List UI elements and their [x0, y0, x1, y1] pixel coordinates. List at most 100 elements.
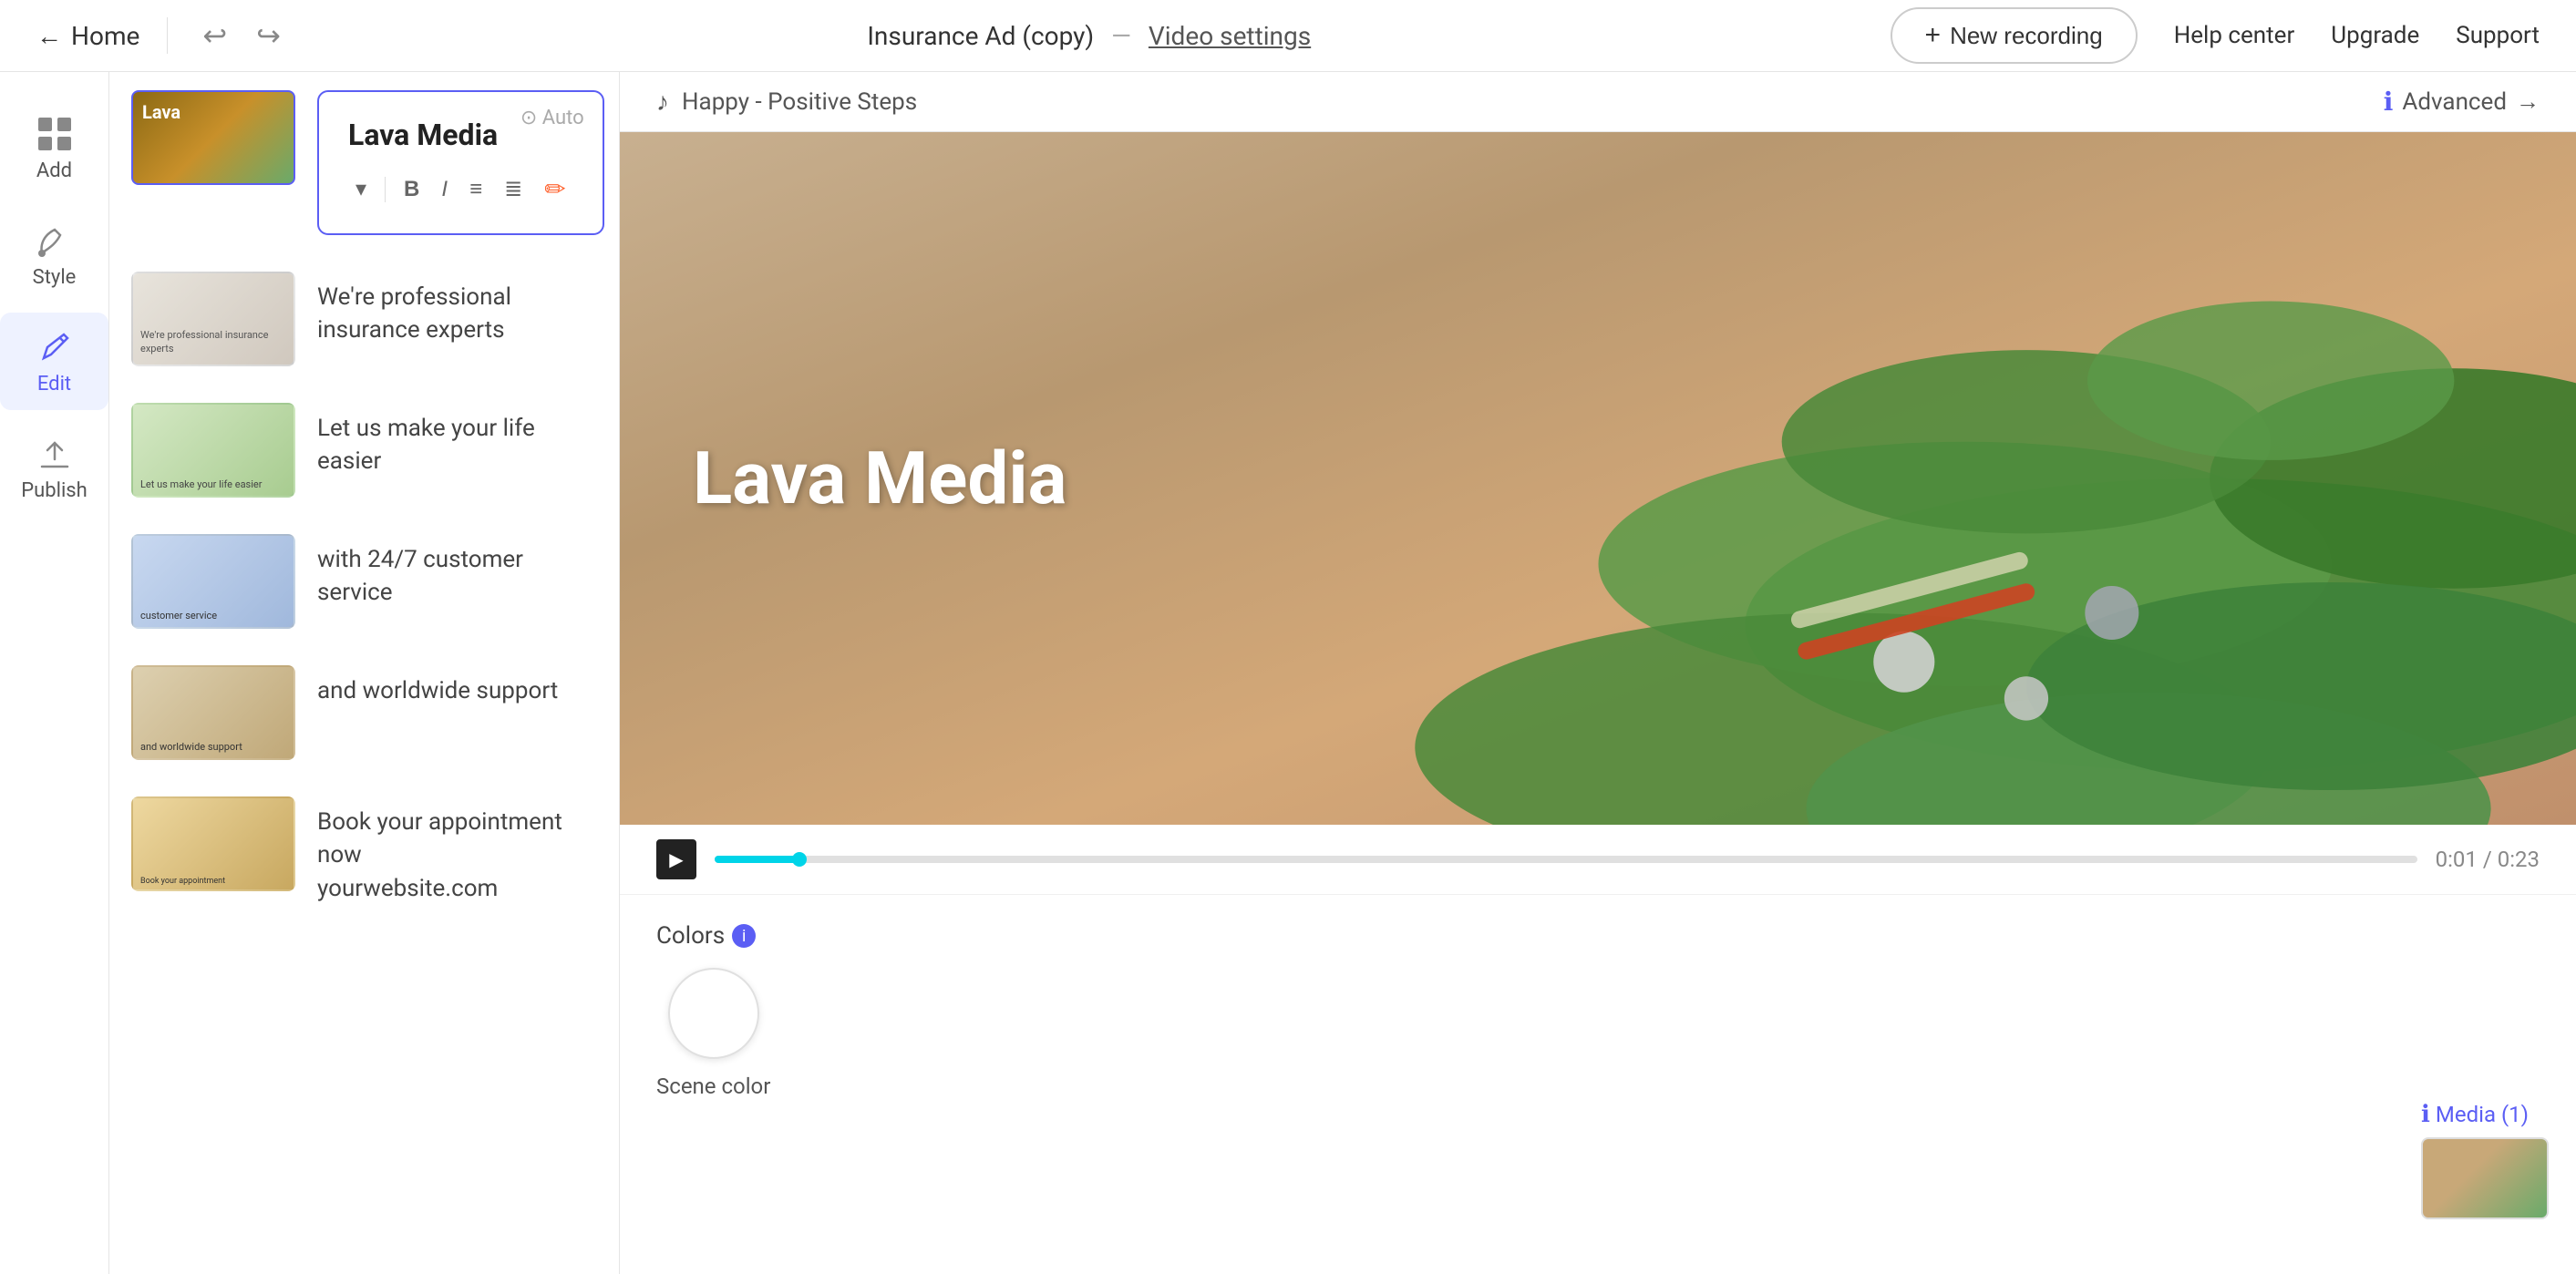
slide-item-3: Let us make your life easier Let us make…: [131, 403, 597, 498]
new-recording-button[interactable]: + New recording: [1891, 7, 2138, 64]
music-info: ♪ Happy - Positive Steps: [656, 87, 917, 117]
grid-icon: [35, 114, 75, 154]
scene-color-swatch[interactable]: [668, 968, 759, 1059]
bullet-button[interactable]: ≡: [462, 173, 489, 206]
play-icon: ▶: [669, 848, 683, 871]
preview-panel: ♪ Happy - Positive Steps ℹ Advanced →: [620, 72, 2576, 1274]
time-display: 0:01 / 0:23: [2436, 847, 2540, 872]
support-link[interactable]: Support: [2456, 22, 2540, 49]
media-label-text[interactable]: ℹ Media (1): [2421, 1101, 2549, 1128]
slide-text-5[interactable]: and worldwide support: [317, 665, 597, 707]
music-track: Happy - Positive Steps: [682, 88, 917, 116]
slide-more-button-1[interactable]: ⋮: [109, 118, 120, 148]
slide-thumb-wrap-2: We're professional insurance experts: [131, 272, 295, 366]
new-recording-label: New recording: [1950, 22, 2103, 50]
publish-label: Publish: [21, 479, 88, 502]
redo-button[interactable]: ↪: [249, 15, 288, 57]
upgrade-link[interactable]: Upgrade: [2331, 22, 2419, 49]
timeline-progress: [715, 856, 799, 863]
home-label: Home: [71, 21, 139, 51]
toolbar-divider-1: [385, 177, 386, 202]
slide-thumb-1[interactable]: Lava: [131, 90, 295, 185]
video-title-overlay: Lava Media: [693, 436, 1066, 521]
colors-label: Colors i: [656, 922, 770, 950]
main-layout: Add Style Edit Publish: [0, 72, 2576, 1274]
pencil-icon: [35, 327, 75, 367]
timeline-cursor: [792, 852, 807, 867]
colors-text: Colors: [656, 922, 725, 950]
italic-button[interactable]: I: [434, 173, 455, 206]
auto-label: ⊙ Auto: [520, 107, 584, 129]
slide-thumb-wrap-6: Book your appointment: [131, 796, 295, 891]
back-arrow-icon: ←: [36, 21, 62, 51]
slide-thumb-5[interactable]: and worldwide support: [131, 665, 295, 760]
nav-title: Insurance Ad (copy) — Video settings: [315, 21, 1863, 51]
slide-thumb-6[interactable]: Book your appointment: [131, 796, 295, 891]
nav-divider: [167, 17, 168, 54]
slide-thumb-wrap-4: customer service: [131, 534, 295, 629]
media-info-icon: ℹ: [2421, 1101, 2430, 1128]
slide-text-3[interactable]: Let us make your life easier: [317, 403, 597, 478]
slide-item-5: and worldwide support and worldwide supp…: [131, 665, 597, 760]
colors-info-icon[interactable]: i: [732, 924, 756, 948]
music-icon: ♪: [656, 87, 669, 117]
sidebar-item-add[interactable]: Add: [0, 99, 108, 197]
timeline-track[interactable]: [715, 856, 2417, 863]
numbered-button[interactable]: ≣: [497, 172, 530, 206]
style-label: Style: [33, 266, 77, 289]
video-settings-link[interactable]: Video settings: [1149, 21, 1311, 51]
edit-label: Edit: [37, 373, 71, 396]
icon-sidebar: Add Style Edit Publish: [0, 72, 109, 1274]
video-preview[interactable]: Lava Media: [620, 132, 2576, 825]
slide-edit-box: ⊙ Auto Lava Media ▾ B I ≡ ≣ ✏: [317, 90, 604, 235]
add-label: Add: [36, 159, 72, 182]
timeline-container: [715, 856, 2417, 863]
settings-area: Colors i Scene color ℹ Media (1): [620, 895, 2576, 1274]
advanced-button[interactable]: ℹ Advanced →: [2384, 87, 2540, 117]
slide-thumb-wrap-1: ⋮ Lava: [131, 90, 295, 185]
slide-item-6: Book your appointment Book your appointm…: [131, 796, 597, 905]
plus-icon: +: [1925, 20, 1942, 51]
scene-color-group: Scene color: [656, 968, 770, 1099]
media-panel: ℹ Media (1): [2421, 1101, 2549, 1219]
slide-thumb-3[interactable]: Let us make your life easier: [131, 403, 295, 498]
sidebar-item-style[interactable]: Style: [0, 206, 108, 303]
color-button[interactable]: ✏: [537, 170, 572, 208]
playback-bar: ▶ 0:01 / 0:23: [620, 825, 2576, 895]
sidebar-item-publish[interactable]: Publish: [0, 419, 108, 517]
project-name: Insurance Ad (copy): [867, 21, 1094, 51]
nav-separator: —: [1111, 21, 1131, 51]
top-nav: ← Home ↩ ↪ Insurance Ad (copy) — Video s…: [0, 0, 2576, 72]
slide-text-4[interactable]: with 24/7 customer service: [317, 534, 597, 610]
maze-svg: [1109, 132, 2576, 825]
music-bar: ♪ Happy - Positive Steps ℹ Advanced →: [620, 72, 2576, 132]
brush-icon: [35, 221, 75, 261]
play-button[interactable]: ▶: [656, 839, 696, 879]
slide-text-6[interactable]: Book your appointment now yourwebsite.co…: [317, 796, 597, 905]
sidebar-item-edit[interactable]: Edit: [0, 313, 108, 410]
slide-thumb-wrap-3: Let us make your life easier: [131, 403, 295, 498]
arrow-icon: →: [2516, 87, 2540, 116]
bold-button[interactable]: B: [397, 173, 427, 206]
nav-right: + New recording Help center Upgrade Supp…: [1891, 7, 2540, 64]
slide-edit-toolbar: ▾ B I ≡ ≣ ✏: [348, 170, 573, 208]
upload-icon: [35, 434, 75, 474]
slide-item-1: ⋮ Lava ⊙ Auto Lava Media ▾ B I ≡ ≣ ✏: [131, 90, 597, 235]
undo-button[interactable]: ↩: [195, 15, 234, 57]
advanced-label: Advanced: [2402, 88, 2507, 116]
slide-thumb-2[interactable]: We're professional insurance experts: [131, 272, 295, 366]
slide-item-2: We're professional insurance experts We'…: [131, 272, 597, 366]
slide-text-2[interactable]: We're professional insurance experts: [317, 272, 597, 347]
scene-color-label: Scene color: [656, 1074, 770, 1099]
info-icon: ℹ: [2384, 87, 2394, 117]
style-dropdown-button[interactable]: ▾: [348, 172, 374, 206]
slide-item-4: customer service with 24/7 customer serv…: [131, 534, 597, 629]
slides-panel: ⋮ Lava ⊙ Auto Lava Media ▾ B I ≡ ≣ ✏: [109, 72, 620, 1274]
home-button[interactable]: ← Home: [36, 21, 139, 51]
slide-thumb-4[interactable]: customer service: [131, 534, 295, 629]
colors-section: Colors i Scene color: [656, 922, 770, 1247]
undo-redo-group: ↩ ↪: [195, 15, 288, 57]
thumb-lava-text: Lava: [142, 101, 180, 123]
media-thumbnail[interactable]: [2421, 1137, 2549, 1219]
help-center-link[interactable]: Help center: [2174, 22, 2295, 49]
